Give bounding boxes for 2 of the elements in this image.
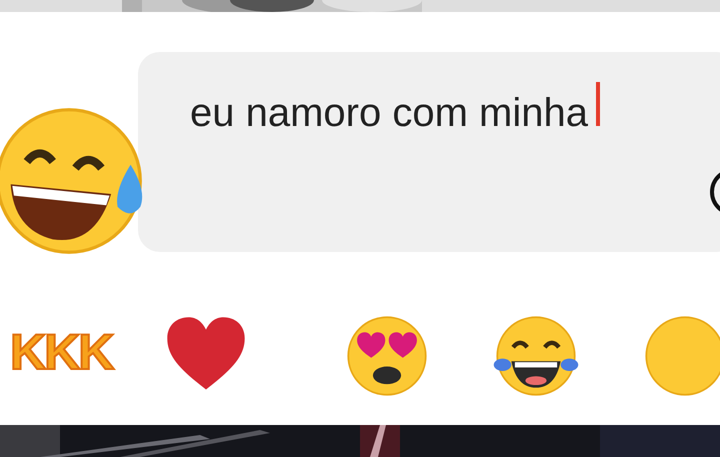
message-field[interactable]: eu namoro com minha xyxy=(138,52,720,252)
message-text: eu namoro com minha xyxy=(190,90,588,137)
